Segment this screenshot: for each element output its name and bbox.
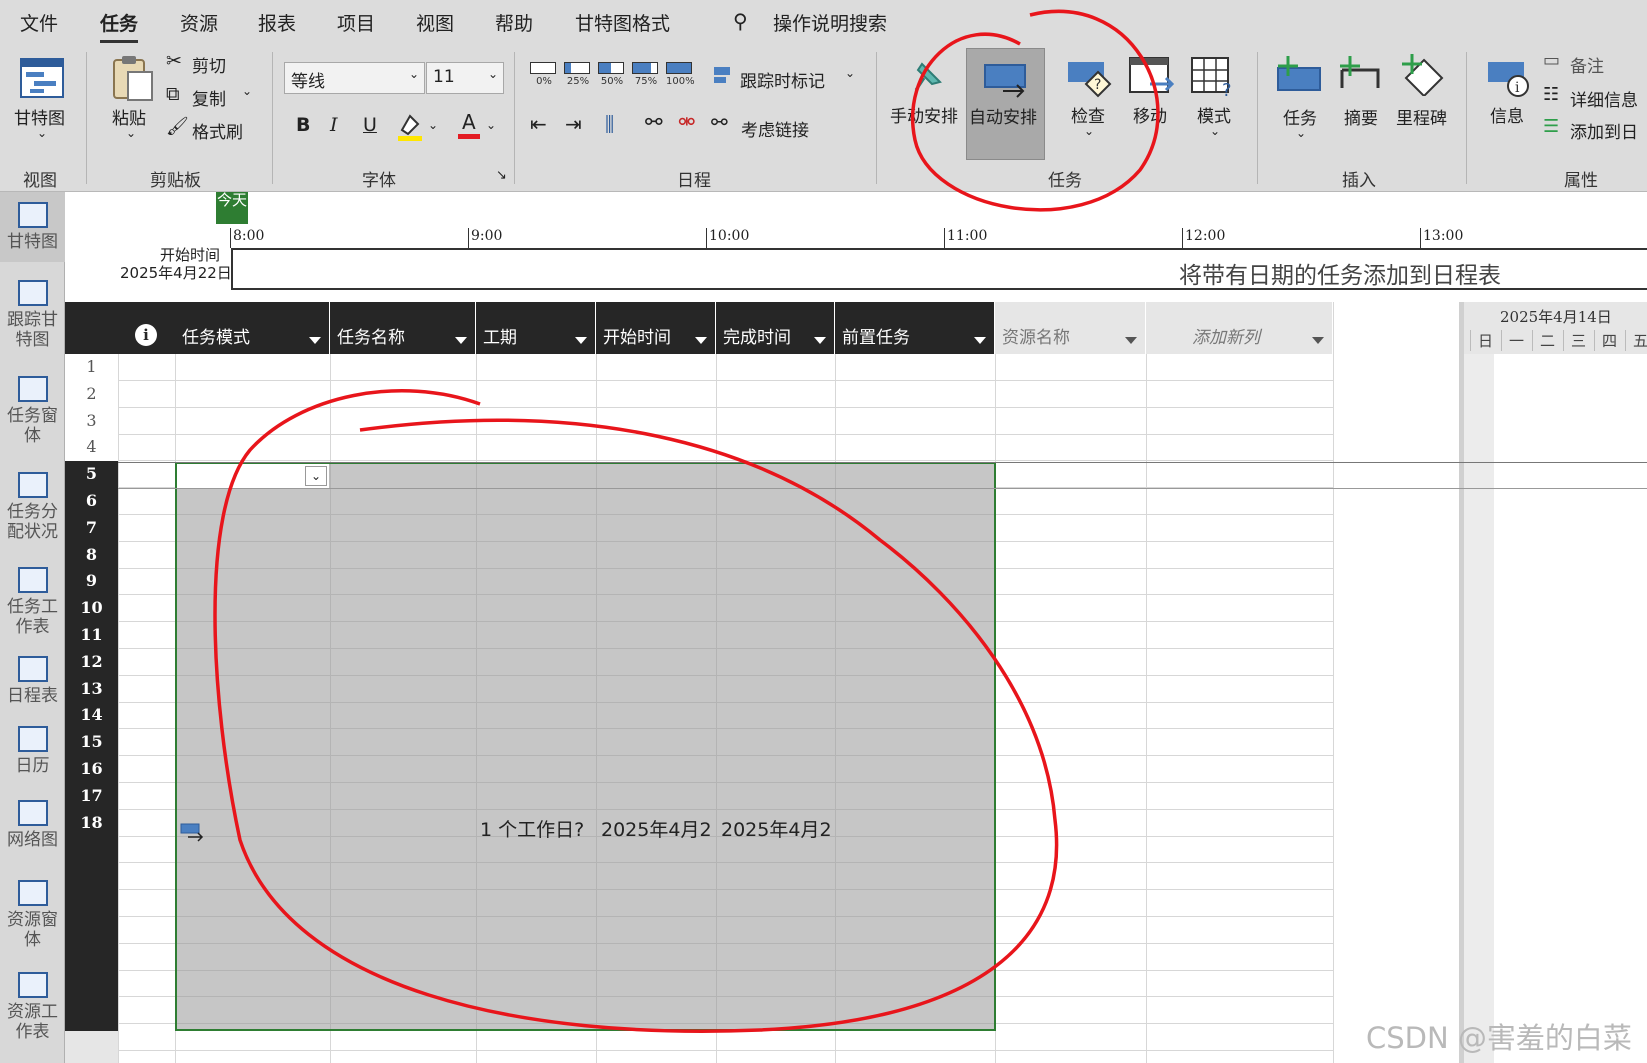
- watermark: CSDN @害羞的白菜: [1366, 1021, 1632, 1055]
- annotation-circles: [213, 9, 1160, 1033]
